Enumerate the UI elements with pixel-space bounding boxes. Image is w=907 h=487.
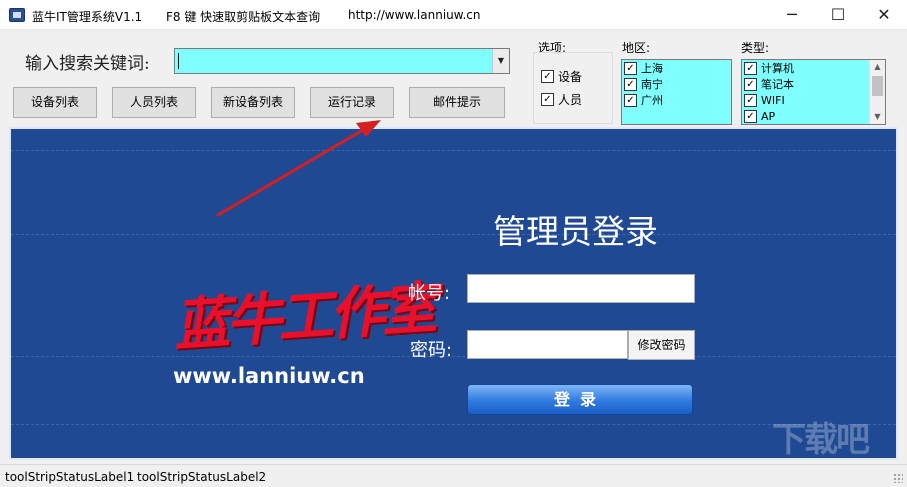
option-person-label: 人员 (558, 93, 583, 107)
status-label-2: toolStripStatusLabel2 (137, 470, 267, 484)
text-caret (178, 53, 179, 69)
account-label: 帐号: (408, 283, 451, 304)
window-title: 蓝牛IT管理系统V1.1 (32, 10, 143, 24)
checkbox-checked-icon: ✓ (744, 61, 757, 75)
region-label: 地区: (622, 41, 651, 55)
type-item-label: 笔记本 (761, 78, 794, 91)
type-label: 类型: (741, 41, 770, 55)
decorative-line (11, 424, 896, 425)
region-item-label: 上海 (641, 62, 663, 75)
checkbox-checked-icon: ✓ (624, 77, 637, 91)
dropdown-arrow-icon[interactable]: ▼ (492, 49, 509, 73)
login-button[interactable]: 登录 (467, 384, 693, 415)
login-title: 管理员登录 (493, 212, 658, 251)
region-item-shanghai[interactable]: ✓ 上海 (622, 60, 731, 76)
decorative-line (11, 356, 896, 357)
region-item-label: 广州 (641, 94, 663, 107)
personnel-list-button[interactable]: 人员列表 (112, 87, 196, 118)
type-list-scrollbar[interactable]: ▲ ▼ (869, 60, 885, 124)
brand-url: www.lanniuw.cn (173, 364, 365, 388)
close-button[interactable]: ✕ (861, 0, 907, 30)
type-listbox[interactable]: ✓ 计算机 ✓ 笔记本 ✓ WIFI ✓ AP ▲ ▼ (741, 59, 886, 125)
options-group (533, 52, 613, 124)
region-listbox[interactable]: ✓ 上海 ✓ 南宁 ✓ 广州 (621, 59, 732, 125)
checkbox-checked-icon: ✓ (744, 77, 757, 91)
region-item-nanning[interactable]: ✓ 南宁 (622, 76, 731, 92)
app-icon (9, 8, 25, 22)
login-panel: 蓝牛工作室 www.lanniuw.cn 管理员登录 帐号: 密码: 修改密码 … (9, 127, 898, 460)
maximize-button[interactable]: ☐ (815, 0, 861, 30)
checkbox-checked-icon: ✓ (541, 70, 554, 83)
type-item-computer[interactable]: ✓ 计算机 (742, 60, 885, 76)
decorative-line (11, 150, 896, 151)
mail-alert-button[interactable]: 邮件提示 (409, 87, 505, 118)
run-log-button[interactable]: 运行记录 (310, 87, 394, 118)
type-item-wifi[interactable]: ✓ WIFI (742, 92, 885, 108)
type-item-label: 计算机 (761, 62, 794, 75)
status-bar: toolStripStatusLabel1 toolStripStatusLab… (0, 464, 907, 487)
status-label-1: toolStripStatusLabel1 (5, 470, 135, 484)
site-url: http://www.lanniuw.cn (348, 8, 481, 22)
option-device-checkbox[interactable]: ✓ 设备 (541, 68, 582, 85)
search-combobox[interactable]: ▼ (174, 48, 510, 74)
search-label: 输入搜索关键词: (25, 54, 150, 74)
scroll-up-icon[interactable]: ▲ (870, 60, 885, 74)
resize-grip-icon[interactable] (893, 473, 903, 483)
scroll-thumb[interactable] (872, 76, 883, 96)
checkbox-checked-icon: ✓ (541, 93, 554, 106)
title-bar: 蓝牛IT管理系统V1.1 F8 键 快速取剪贴板文本查询 http://www.… (0, 0, 907, 30)
checkbox-checked-icon: ✓ (624, 93, 637, 107)
checkbox-checked-icon: ✓ (744, 109, 757, 123)
checkbox-checked-icon: ✓ (624, 61, 637, 75)
decorative-line (11, 234, 896, 235)
type-item-label: AP (761, 109, 776, 123)
account-input[interactable] (467, 274, 695, 303)
option-person-checkbox[interactable]: ✓ 人员 (541, 91, 582, 108)
password-label: 密码: (410, 340, 453, 361)
hotkey-hint: F8 键 快速取剪贴板文本查询 (166, 10, 321, 24)
checkbox-checked-icon: ✓ (744, 93, 757, 107)
scroll-down-icon[interactable]: ▼ (870, 110, 885, 124)
minimize-button[interactable]: ─ (769, 0, 815, 30)
password-input[interactable] (467, 330, 628, 359)
change-password-button[interactable]: 修改密码 (628, 330, 695, 360)
brand-logo: 蓝牛工作室 (171, 275, 436, 359)
watermark-logo: 下载吧 (772, 420, 870, 460)
new-device-list-button[interactable]: 新设备列表 (211, 87, 295, 118)
type-item-label: WIFI (761, 93, 785, 107)
option-device-label: 设备 (558, 70, 583, 84)
region-item-guangzhou[interactable]: ✓ 广州 (622, 92, 731, 108)
type-item-ap[interactable]: ✓ AP (742, 108, 885, 124)
device-list-button[interactable]: 设备列表 (13, 87, 97, 118)
type-item-laptop[interactable]: ✓ 笔记本 (742, 76, 885, 92)
region-item-label: 南宁 (641, 78, 663, 91)
